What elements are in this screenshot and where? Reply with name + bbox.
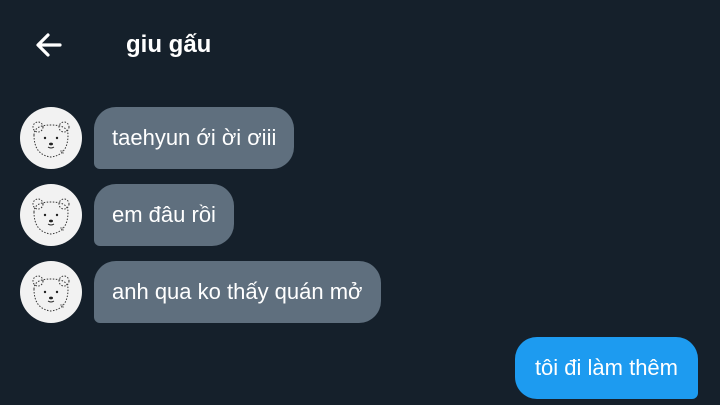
bear-avatar-icon [32,198,70,235]
bear-avatar-icon [32,121,70,158]
bear-avatar-icon [32,275,70,312]
message-bubble-incoming[interactable]: em đâu rồi [94,184,234,246]
message-row-incoming: anh qua ko thấy quán mở [20,260,381,324]
contact-avatar[interactable] [20,107,82,169]
message-row-incoming: taehyun ới ời ơiii [20,106,295,170]
message-bubble-outgoing[interactable]: tôi đi làm thêm [514,337,698,399]
contact-avatar[interactable] [20,184,82,246]
message-thread: taehyun ới ời ơiii em đâu rồi anh qua ko… [0,0,720,405]
message-bubble-incoming[interactable]: taehyun ới ời ơiii [94,107,295,169]
message-bubble-incoming[interactable]: anh qua ko thấy quán mở [94,261,381,323]
contact-avatar[interactable] [20,261,82,323]
message-row-incoming: em đâu rồi [20,183,234,247]
